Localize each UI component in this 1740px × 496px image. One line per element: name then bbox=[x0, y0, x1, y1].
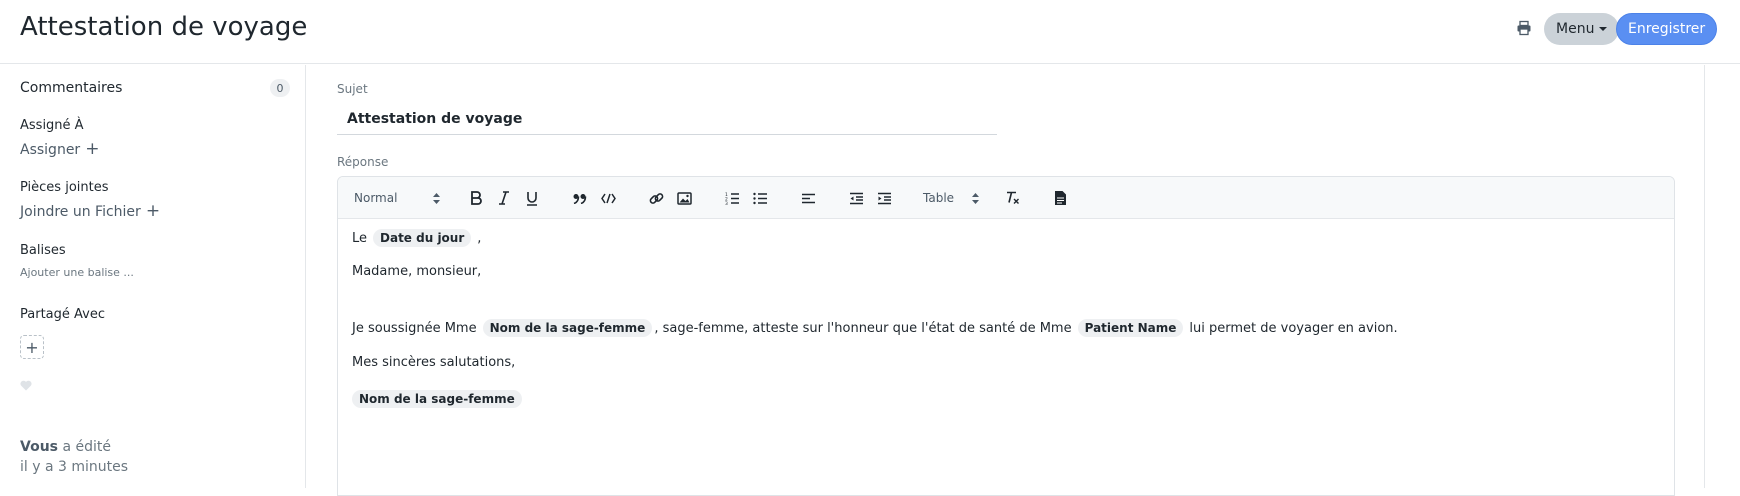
assign-button[interactable]: Assigner + bbox=[20, 141, 99, 158]
caret-down-icon bbox=[1599, 26, 1608, 32]
text-fragment: , sage-femme, atteste sur l'honneur que … bbox=[654, 320, 1072, 336]
field-placeholder-pill[interactable]: Nom de la sage-femme bbox=[482, 319, 653, 337]
table-select[interactable]: Table bbox=[923, 187, 979, 209]
save-button[interactable]: Enregistrer bbox=[1616, 13, 1718, 45]
add-tag-input[interactable]: Ajouter une balise ... bbox=[20, 266, 134, 279]
editor-line-5: Nom de la sage-femme bbox=[352, 390, 522, 408]
text-fragment: Je soussignée Mme bbox=[352, 320, 477, 336]
bullet-list-button[interactable] bbox=[751, 187, 769, 209]
menu-button[interactable]: Menu bbox=[1544, 13, 1620, 45]
editor-line-2: Madame, monsieur, bbox=[352, 264, 482, 279]
comments-count-badge: 0 bbox=[270, 79, 290, 97]
format-select[interactable]: Normal bbox=[354, 187, 440, 209]
blockquote-icon bbox=[573, 193, 587, 204]
text-fragment: lui permet de voyager en avion. bbox=[1189, 320, 1398, 336]
tags-label: Balises bbox=[20, 243, 66, 258]
document-icon bbox=[1054, 190, 1067, 206]
italic-button[interactable] bbox=[495, 187, 513, 209]
editor-line-1: Le Date du jour , bbox=[352, 229, 481, 247]
outdent-button[interactable] bbox=[847, 187, 865, 209]
code-block-button[interactable] bbox=[599, 187, 617, 209]
clear-format-icon bbox=[1005, 191, 1020, 205]
ordered-list-icon: 123 bbox=[725, 192, 740, 205]
subject-label: Sujet bbox=[337, 82, 368, 96]
bold-button[interactable] bbox=[467, 187, 485, 209]
text-fragment: , bbox=[477, 230, 482, 246]
clear-format-button[interactable] bbox=[1003, 187, 1021, 209]
plus-icon: + bbox=[85, 139, 100, 159]
table-select-value: Table bbox=[923, 191, 955, 205]
align-left-icon bbox=[801, 193, 816, 204]
svg-text:3: 3 bbox=[725, 201, 728, 205]
template-button[interactable] bbox=[1051, 187, 1069, 209]
menu-label: Menu bbox=[1556, 21, 1595, 37]
field-placeholder-pill[interactable]: Patient Name bbox=[1077, 319, 1184, 337]
editor-line-4: Mes sincères salutations, bbox=[352, 355, 516, 370]
assign-label: Assigner bbox=[20, 141, 81, 158]
code-icon bbox=[600, 193, 616, 204]
image-icon bbox=[676, 191, 692, 205]
link-icon bbox=[649, 191, 664, 206]
main-form: Sujet Attestation de voyage Réponse Norm… bbox=[307, 65, 1705, 496]
blockquote-button[interactable] bbox=[571, 187, 589, 209]
response-label: Réponse bbox=[337, 155, 389, 169]
select-arrows-icon bbox=[972, 192, 979, 204]
activity-text: a édité bbox=[62, 439, 111, 455]
editor-toolbar: Normal 1 2 3 Table bbox=[338, 177, 1674, 219]
bullet-list-icon bbox=[752, 192, 768, 205]
ordered-list-button[interactable]: 123 bbox=[723, 187, 741, 209]
printer-icon bbox=[1516, 20, 1532, 36]
select-arrows-icon bbox=[433, 192, 440, 204]
editor-line-3: Je soussignée Mme Nom de la sage-femme ,… bbox=[352, 319, 1398, 337]
activity-user: Vous bbox=[20, 439, 58, 455]
page-header: Attestation de voyage Menu Enregistrer bbox=[0, 0, 1740, 64]
editor-content[interactable]: Le Date du jour , Madame, monsieur, Je s… bbox=[338, 219, 1674, 495]
format-select-value: Normal bbox=[354, 191, 398, 205]
subject-input[interactable]: Attestation de voyage bbox=[337, 105, 997, 135]
activity-time: il y a 3 minutes bbox=[20, 459, 129, 475]
page-title: Attestation de voyage bbox=[20, 12, 308, 42]
attachments-label: Pièces jointes bbox=[20, 180, 109, 195]
attach-file-button[interactable]: Joindre un Fichier + bbox=[20, 203, 160, 220]
align-button[interactable] bbox=[799, 187, 817, 209]
share-add-button[interactable]: + bbox=[20, 335, 44, 359]
comments-label[interactable]: Commentaires bbox=[20, 80, 122, 96]
attach-label: Joindre un Fichier bbox=[20, 203, 141, 220]
plus-icon: + bbox=[145, 201, 161, 221]
underline-icon bbox=[526, 191, 538, 206]
indent-icon bbox=[877, 192, 892, 205]
shared-with-label: Partagé Avec bbox=[20, 307, 105, 322]
print-button[interactable] bbox=[1512, 16, 1536, 40]
text-fragment: Le bbox=[352, 230, 368, 246]
underline-button[interactable] bbox=[523, 187, 541, 209]
response-editor: Normal 1 2 3 Table Le Date du jour , Mad… bbox=[337, 176, 1675, 496]
image-button[interactable] bbox=[675, 187, 693, 209]
indent-button[interactable] bbox=[875, 187, 893, 209]
link-button[interactable] bbox=[647, 187, 665, 209]
activity-log: Vous a édité il y a 3 minutes bbox=[20, 437, 128, 477]
bold-icon bbox=[470, 191, 482, 205]
plus-icon: + bbox=[25, 337, 39, 357]
assigned-label: Assigné À bbox=[20, 118, 84, 133]
field-placeholder-pill[interactable]: Nom de la sage-femme bbox=[352, 390, 522, 408]
sidebar: Commentaires 0 Assigné À Assigner + Pièc… bbox=[0, 65, 306, 488]
outdent-icon bbox=[849, 192, 864, 205]
field-placeholder-pill[interactable]: Date du jour bbox=[373, 229, 472, 247]
heart-icon[interactable] bbox=[20, 380, 32, 391]
italic-icon bbox=[498, 191, 510, 205]
